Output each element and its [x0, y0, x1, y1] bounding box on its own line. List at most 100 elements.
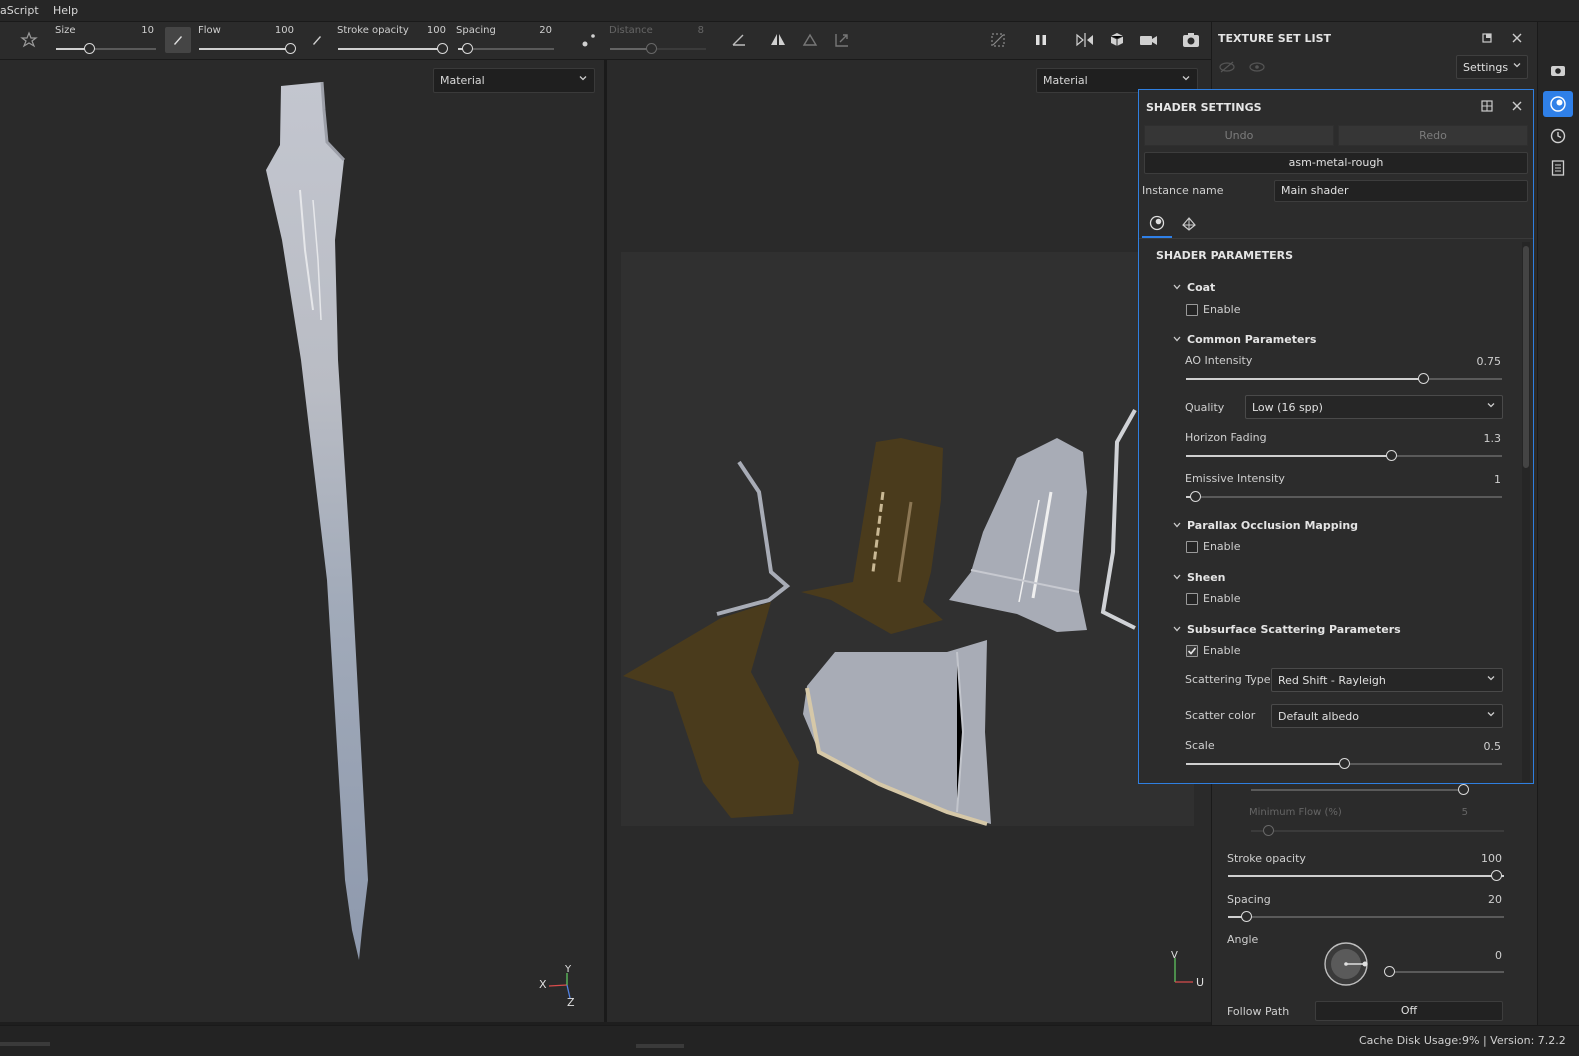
display-settings-icon[interactable]: [1543, 58, 1573, 84]
brush-preset-icon[interactable]: [16, 27, 42, 53]
menu-item-script[interactable]: aScript: [0, 4, 39, 17]
axis-gizmo-3d: X Y Z: [537, 964, 577, 1015]
ao-intensity-slider[interactable]: [1186, 373, 1502, 384]
scale-slider[interactable]: [1186, 758, 1502, 769]
scatter-color-label: Scatter color: [1185, 709, 1256, 722]
display-3d-icon[interactable]: [1104, 27, 1130, 53]
emissive-intensity-knob[interactable]: [1190, 491, 1202, 502]
settings-dropdown[interactable]: Settings: [1456, 55, 1528, 79]
stroke-opacity-label: Stroke opacity: [337, 25, 409, 36]
coat-section-title[interactable]: Coat: [1187, 281, 1215, 294]
stroke-brush-icon[interactable]: [304, 27, 330, 53]
tab-shader-params[interactable]: [1142, 210, 1172, 238]
status-bar: Cache Disk Usage: 9% | Version: 7.2.2: [0, 1025, 1579, 1056]
lazy-mouse-icon[interactable]: [576, 27, 602, 53]
scattering-type-dropdown[interactable]: Red Shift - Rayleigh: [1271, 668, 1503, 692]
size-value[interactable]: 10: [124, 25, 154, 36]
history-icon[interactable]: [1543, 123, 1573, 149]
stroke-angle-icon[interactable]: [726, 27, 752, 53]
spacing-value[interactable]: 20: [522, 25, 552, 36]
stroke-opacity-value[interactable]: 100: [416, 25, 446, 36]
viewport-2d[interactable]: Material V U: [607, 60, 1211, 1022]
instance-name-input[interactable]: Main shader: [1274, 180, 1528, 202]
emissive-intensity-value[interactable]: 1: [1461, 473, 1501, 486]
follow-path-toggle[interactable]: Off: [1315, 1001, 1503, 1021]
spacing-slider[interactable]: [458, 43, 554, 54]
hide-ui-icon[interactable]: [985, 27, 1011, 53]
chevron-down-icon[interactable]: [1172, 572, 1182, 585]
sword-model: [266, 81, 368, 960]
symmetry-icon[interactable]: [765, 27, 791, 53]
parallax-section-title[interactable]: Parallax Occlusion Mapping: [1187, 519, 1358, 532]
symmetry-options-icon[interactable]: [797, 27, 823, 53]
dock-panel-icon[interactable]: [1480, 99, 1494, 116]
camera-video-icon[interactable]: [1136, 27, 1162, 53]
chevron-down-icon[interactable]: [1172, 282, 1182, 295]
close-icon[interactable]: [1510, 31, 1524, 48]
flow-slider-knob[interactable]: [285, 43, 296, 54]
partial-slider[interactable]: [1251, 784, 1469, 795]
chevron-down-icon[interactable]: [1172, 624, 1182, 637]
stroke-opacity-prop-value[interactable]: 100: [1462, 852, 1502, 865]
shader-settings-icon[interactable]: [1543, 91, 1573, 117]
stroke-opacity-prop-slider[interactable]: [1228, 870, 1504, 881]
sheen-section-title[interactable]: Sheen: [1187, 571, 1226, 584]
chevron-down-icon: [1486, 400, 1496, 413]
scatter-color-dropdown[interactable]: Default albedo: [1271, 704, 1503, 728]
angle-value[interactable]: 0: [1462, 949, 1502, 962]
sheen-enable-checkbox[interactable]: [1186, 593, 1198, 605]
horizon-fading-slider[interactable]: [1186, 450, 1502, 461]
stroke-opacity-slider[interactable]: [338, 43, 448, 54]
scale-knob[interactable]: [1339, 758, 1350, 769]
axis-y-label: Y: [565, 964, 572, 975]
coat-enable-checkbox[interactable]: [1186, 304, 1198, 316]
subsurface-enable-checkbox[interactable]: [1186, 645, 1198, 657]
redo-button[interactable]: Redo: [1338, 125, 1528, 146]
common-parameters-title[interactable]: Common Parameters: [1187, 333, 1316, 346]
visibility-icon[interactable]: [1248, 60, 1266, 77]
undock-icon[interactable]: [1480, 31, 1494, 48]
spacing-prop-slider[interactable]: [1228, 911, 1504, 922]
chevron-down-icon[interactable]: [1172, 334, 1182, 347]
flow-slider[interactable]: [199, 43, 296, 54]
horizon-fading-knob[interactable]: [1386, 450, 1398, 461]
close-icon[interactable]: [1510, 99, 1524, 116]
angle-slider[interactable]: [1384, 966, 1504, 977]
spacing-prop-value[interactable]: 20: [1462, 893, 1502, 906]
tab-shader-advanced[interactable]: [1174, 210, 1204, 238]
scale-label: Scale: [1185, 739, 1215, 752]
ao-intensity-knob[interactable]: [1418, 373, 1429, 384]
size-slider[interactable]: [56, 43, 156, 54]
angle-dial[interactable]: [1322, 940, 1376, 995]
distance-label: Distance: [609, 25, 653, 36]
parallax-enable-checkbox[interactable]: [1186, 541, 1198, 553]
shader-name-button[interactable]: asm-metal-rough: [1144, 152, 1528, 174]
screenshot-camera-icon[interactable]: [1178, 27, 1204, 53]
stroke-opacity-knob[interactable]: [437, 43, 448, 54]
axis-x-label: X: [539, 978, 547, 991]
subsurface-enable-label: Enable: [1203, 644, 1241, 657]
emissive-intensity-slider[interactable]: [1186, 491, 1502, 502]
visibility-off-icon[interactable]: [1218, 60, 1236, 77]
size-slider-knob[interactable]: [84, 43, 95, 54]
spacing-slider-knob[interactable]: [462, 43, 473, 54]
undo-button[interactable]: Undo: [1144, 125, 1334, 146]
log-icon[interactable]: [1543, 155, 1573, 181]
quality-dropdown[interactable]: Low (16 spp): [1245, 395, 1503, 419]
subsurface-section-title[interactable]: Subsurface Scattering Parameters: [1187, 623, 1401, 636]
scale-value[interactable]: 0.5: [1461, 740, 1502, 753]
shader-settings-title: SHADER SETTINGS: [1146, 101, 1262, 114]
split-view-icon[interactable]: [1072, 27, 1098, 53]
viewport-3d[interactable]: Material X Y Z: [0, 60, 604, 1022]
pause-icon[interactable]: [1028, 27, 1054, 53]
shader-settings-panel: SHADER SETTINGS Undo Redo asm-metal-roug…: [1138, 89, 1534, 784]
ao-intensity-value[interactable]: 0.75: [1461, 355, 1502, 368]
parallax-enable-label: Enable: [1203, 540, 1241, 553]
shader-scrollbar[interactable]: [1522, 242, 1530, 782]
flow-value[interactable]: 100: [264, 25, 294, 36]
flow-brush-icon[interactable]: [165, 27, 191, 53]
chevron-down-icon[interactable]: [1172, 520, 1182, 533]
horizon-fading-value[interactable]: 1.3: [1461, 432, 1502, 445]
menu-item-help[interactable]: Help: [53, 4, 78, 17]
transform-icon[interactable]: [829, 27, 855, 53]
